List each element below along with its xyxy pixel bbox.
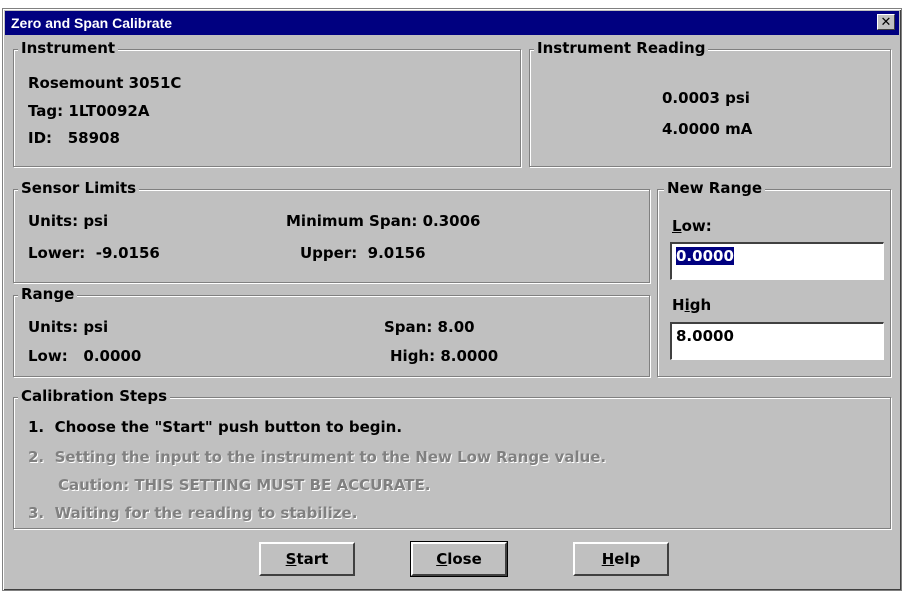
instrument-reading-group: Instrument Reading 0.0003 psi 4.0000 mA: [529, 39, 891, 167]
high-label: High: [672, 296, 711, 314]
high-label-rest: gh: [689, 296, 712, 314]
close-button[interactable]: Close: [410, 541, 508, 577]
low-input-value: 0.0000: [676, 247, 734, 265]
start-button[interactable]: Start: [259, 542, 355, 576]
high-label-pre: H: [672, 296, 685, 314]
new-range-group: New Range Low: 0.0000 High 8.0000: [657, 179, 891, 377]
step-3: 3. Waiting for the reading to stabilize.: [28, 504, 358, 522]
range-low: Low: 0.0000: [28, 347, 142, 365]
help-mnemonic: H: [601, 550, 615, 568]
instrument-id: ID: 58908: [28, 129, 120, 147]
step-2-caution: Caution: THIS SETTING MUST BE ACCURATE.: [58, 476, 431, 494]
range-span: Span: 8.00: [384, 318, 475, 336]
instrument-tag: Tag: 1LT0092A: [28, 102, 150, 120]
new-range-label: New Range: [664, 179, 766, 197]
new-range-low-input[interactable]: 0.0000: [670, 242, 884, 280]
close-mnemonic: C: [436, 550, 448, 568]
new-range-high-input[interactable]: 8.0000: [670, 322, 884, 360]
range-label: Range: [18, 285, 78, 303]
instrument-group: Instrument Rosemount 3051C Tag: 1LT0092A…: [13, 39, 521, 167]
help-button[interactable]: Help: [573, 542, 669, 576]
sensor-limits-label: Sensor Limits: [18, 179, 140, 197]
low-label-mnemonic: L: [672, 217, 682, 235]
sensor-limits-group: Sensor Limits Units: psi Minimum Span: 0…: [13, 179, 650, 283]
reading-current: 4.0000 mA: [662, 120, 753, 138]
window-title: Zero and Span Calibrate: [11, 15, 173, 31]
sensor-min-span: Minimum Span: 0.3006: [286, 212, 481, 230]
step-1: 1. Choose the "Start" push button to beg…: [28, 418, 403, 436]
step-2: 2. Setting the input to the instrument t…: [28, 448, 607, 466]
calibrate-dialog: Zero and Span Calibrate ✕ Instrument Ros…: [2, 8, 902, 591]
help-rest: elp: [614, 550, 641, 568]
sensor-units: Units: psi: [28, 212, 109, 230]
sensor-upper: Upper: 9.0156: [300, 244, 426, 262]
range-units: Units: psi: [28, 318, 109, 336]
sensor-lower: Lower: -9.0156: [28, 244, 160, 262]
calibration-steps-group: Calibration Steps 1. Choose the "Start" …: [13, 387, 891, 529]
instrument-reading-label: Instrument Reading: [534, 39, 709, 57]
low-label-rest: ow:: [681, 217, 712, 235]
instrument-model: Rosemount 3051C: [28, 74, 182, 92]
instrument-group-label: Instrument: [18, 39, 119, 57]
title-bar[interactable]: Zero and Span Calibrate ✕: [5, 11, 899, 35]
range-high: High: 8.0000: [390, 347, 499, 365]
start-rest: tart: [296, 550, 329, 568]
high-input-value: 8.0000: [676, 327, 734, 345]
close-icon[interactable]: ✕: [877, 14, 895, 30]
range-group: Range Units: psi Span: 8.00 Low: 0.0000 …: [13, 285, 650, 377]
close-rest: lose: [447, 550, 482, 568]
start-mnemonic: S: [285, 550, 297, 568]
calibration-steps-label: Calibration Steps: [18, 387, 171, 405]
low-label: Low:: [672, 217, 712, 235]
reading-pressure: 0.0003 psi: [662, 89, 750, 107]
